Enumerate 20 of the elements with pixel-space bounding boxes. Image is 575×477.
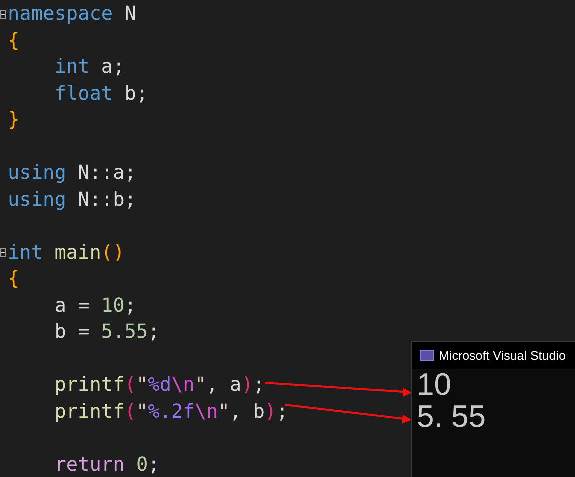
console-output-line: 10 bbox=[417, 369, 452, 401]
code-line: int a; bbox=[54, 54, 125, 80]
collapse-icon[interactable] bbox=[0, 10, 6, 19]
code-line: float b; bbox=[54, 80, 148, 107]
window-title: Microsoft Visual Studio bbox=[439, 348, 566, 362]
code-line: { bbox=[8, 266, 20, 292]
code-line: return 0; bbox=[54, 452, 160, 477]
code-line: b = 5.55; bbox=[54, 319, 160, 346]
code-line: using N::b; bbox=[8, 186, 136, 213]
code-line: a = 10; bbox=[54, 292, 136, 319]
console-app-icon bbox=[420, 350, 434, 361]
code-line: namespace N bbox=[8, 1, 136, 28]
code-line: { bbox=[8, 28, 20, 54]
collapse-icon[interactable] bbox=[0, 248, 6, 258]
code-line: printf("%.2f\n", b); bbox=[54, 398, 288, 425]
code-line: printf("%d\n", a); bbox=[54, 372, 265, 398]
code-line: using N::a; bbox=[8, 160, 136, 186]
console-output-line: 5. 55 bbox=[417, 401, 487, 433]
code-line: int main() bbox=[8, 240, 125, 266]
code-line: } bbox=[8, 107, 20, 134]
